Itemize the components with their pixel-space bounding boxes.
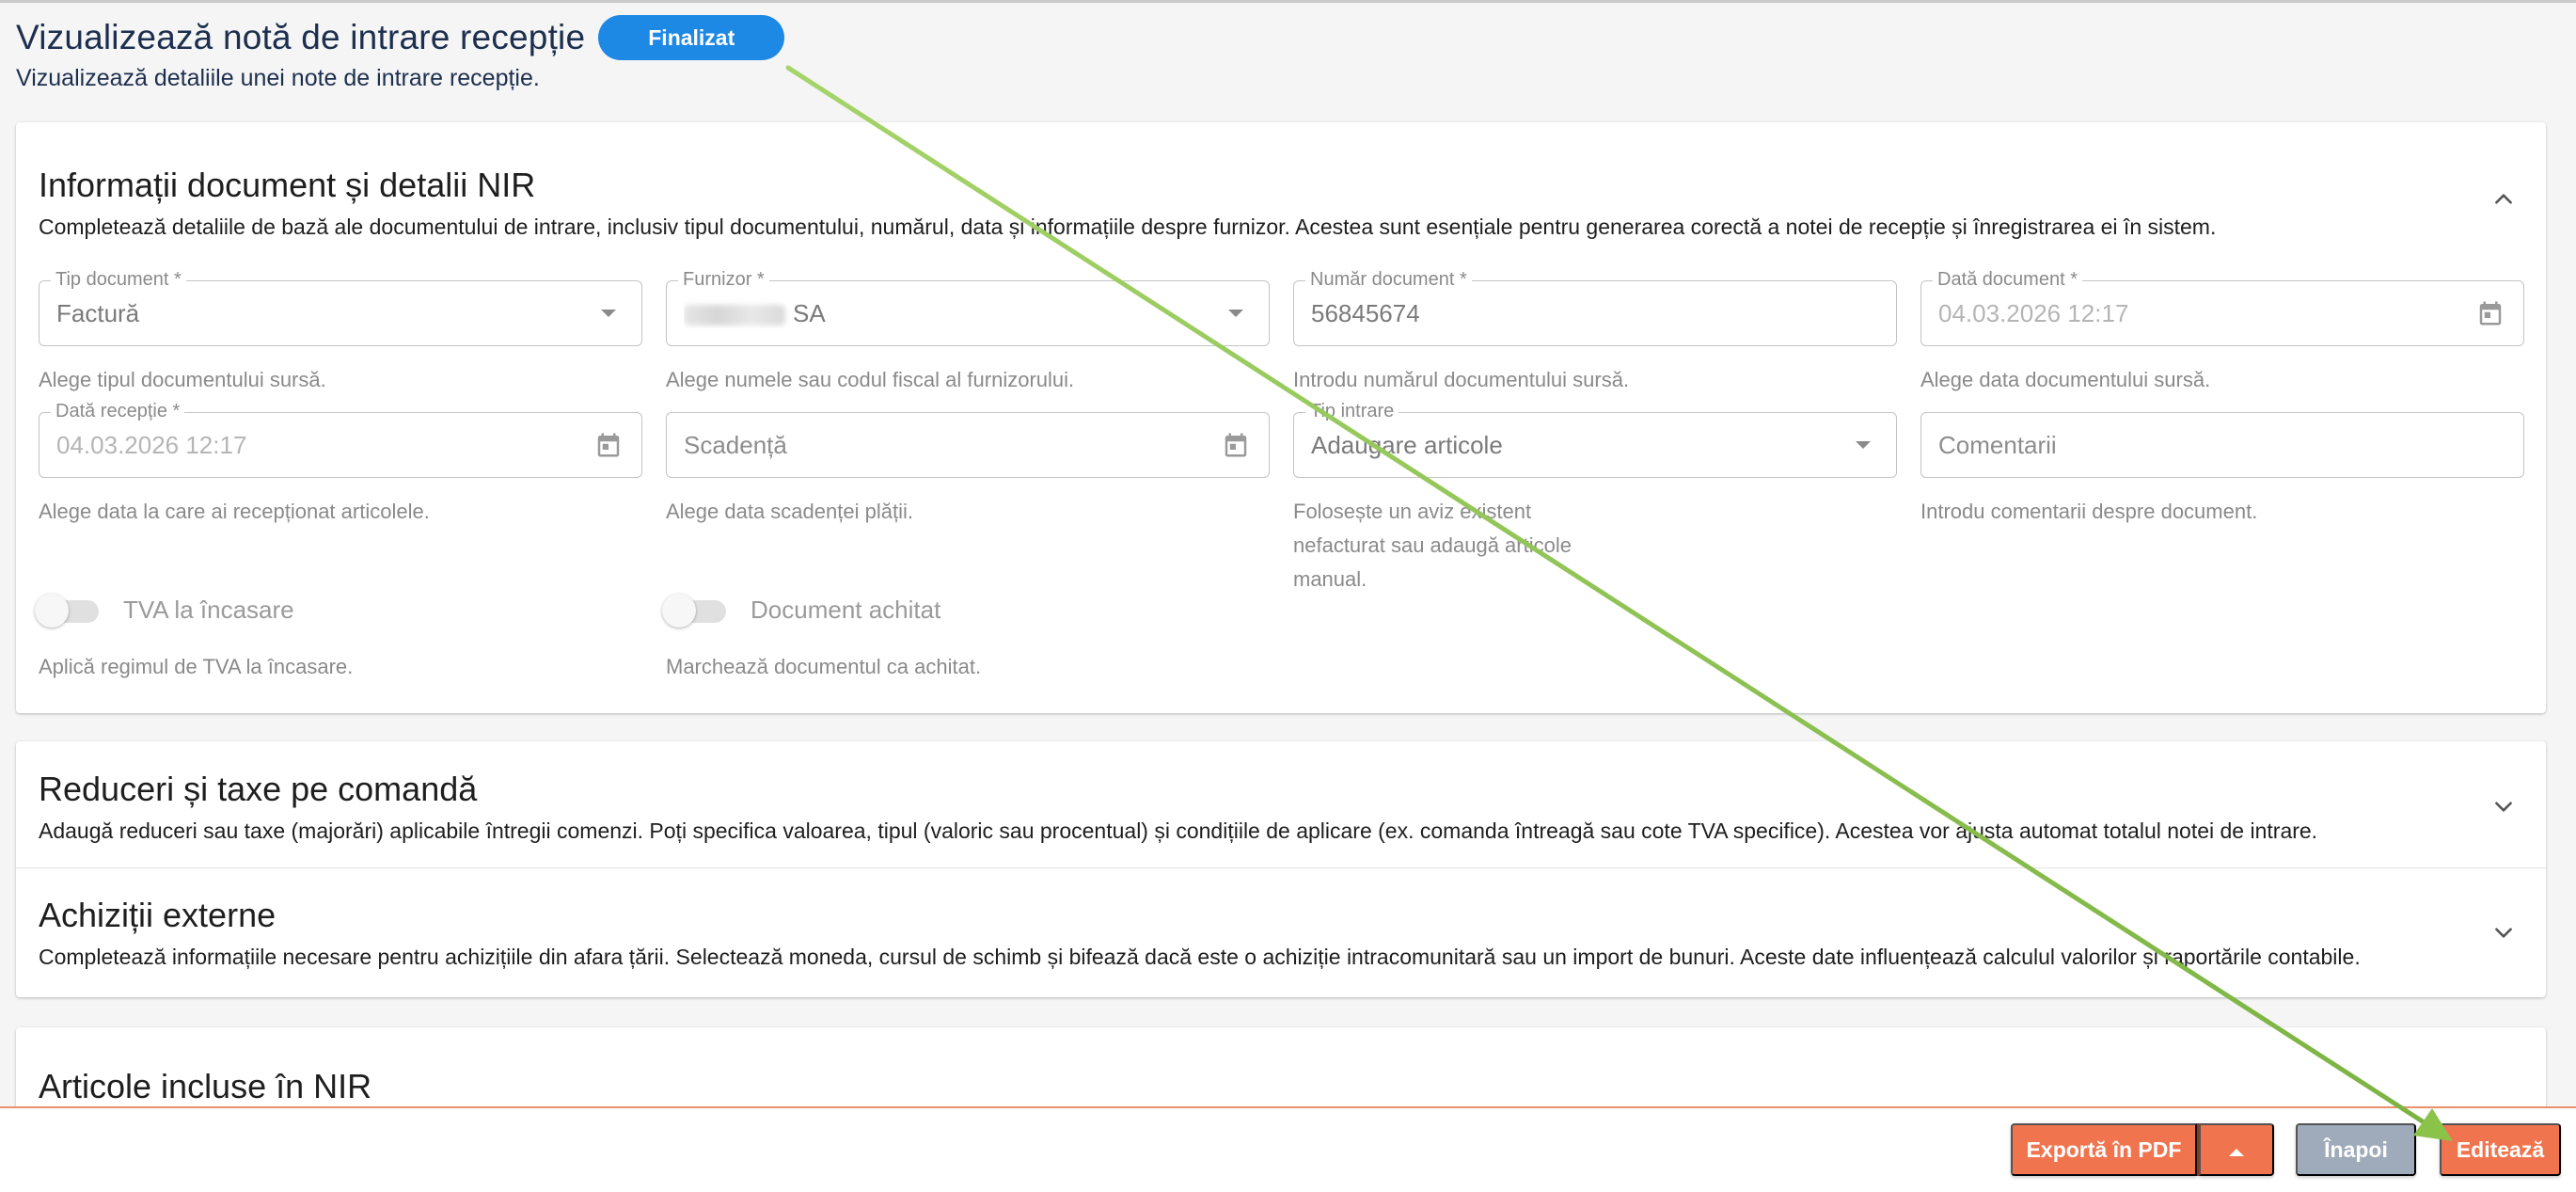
- field-helper: Introdu comentarii despre document.: [1920, 500, 2258, 523]
- page-title: Vizualizează notă de intrare recepție: [16, 18, 586, 56]
- field-placeholder: Scadență: [684, 430, 787, 459]
- edit-button[interactable]: Editează: [2440, 1123, 2561, 1176]
- toggle-helper: Aplică regimul de TVA la încasare.: [39, 655, 354, 678]
- doc-number-field[interactable]: Număr document * 56845674 Introdu număru…: [1293, 268, 1897, 397]
- field-value: Factură: [56, 298, 140, 327]
- bottom-action-bar: Exportă în PDF Înapoi Editează: [0, 1106, 2576, 1192]
- items-header[interactable]: Articole incluse în NIR: [39, 1067, 371, 1106]
- vat-on-collection-row[interactable]: TVA la încasare: [35, 593, 642, 628]
- back-button[interactable]: Înapoi: [2296, 1123, 2416, 1176]
- field-helper: Folosește un aviz existent nefacturat sa…: [1293, 500, 1572, 591]
- page-subtitle: Vizualizează detaliile unei note de intr…: [16, 65, 540, 91]
- vat-on-collection-group: TVA la încasare Aplică regimul de TVA la…: [35, 593, 642, 679]
- field-label: Tip intrare: [1305, 400, 1399, 422]
- section-title: Informații document și detalii NIR: [39, 166, 536, 204]
- field-label: Tip document *: [51, 268, 186, 291]
- document-paid-toggle[interactable]: [662, 593, 728, 628]
- section-description: Completează informațiile necesare pentru…: [39, 945, 2361, 969]
- section-description: Adaugă reduceri sau taxe (majorări) apli…: [39, 819, 2318, 843]
- field-value: 04.03.2026 12:17: [1938, 298, 2129, 327]
- dropdown-arrow-icon[interactable]: [593, 297, 624, 329]
- doc-type-field[interactable]: Tip document * Factură Alege tipul docum…: [39, 268, 642, 397]
- top-border: [0, 0, 2576, 3]
- title-row: Vizualizează notă de intrare recepție Fi…: [16, 15, 785, 60]
- field-helper: Alege data scadenței plății.: [666, 500, 913, 523]
- export-pdf-button[interactable]: Exportă în PDF: [2011, 1123, 2197, 1176]
- field-placeholder: Comentarii: [1938, 430, 2057, 459]
- field-helper: Alege data documentului sursă.: [1920, 368, 2211, 391]
- doc-date-input[interactable]: Dată document * 04.03.2026 12:17: [1920, 268, 2524, 346]
- field-helper: Introdu numărul documentului sursă.: [1293, 368, 1630, 391]
- field-label: Dată document *: [1933, 268, 2082, 291]
- discounts-header[interactable]: Reduceri și taxe pe comandă Adaugă reduc…: [39, 770, 2317, 844]
- entry-type-field[interactable]: Tip intrare Adaugare articole Folosește …: [1293, 400, 1897, 596]
- document-paid-row[interactable]: Document achitat: [662, 593, 1270, 628]
- calendar-icon[interactable]: [593, 429, 624, 461]
- chevron-up-icon[interactable]: [2485, 181, 2522, 218]
- section-title: Reduceri și taxe pe comandă: [39, 770, 478, 808]
- status-badge: Finalizat: [598, 15, 785, 60]
- entry-type-select[interactable]: Tip intrare Adaugare articole: [1293, 400, 1897, 478]
- export-options-button[interactable]: [2199, 1123, 2274, 1176]
- divider: [16, 867, 2546, 868]
- field-value: 56845674: [1311, 298, 1420, 327]
- calendar-icon[interactable]: [1220, 429, 1252, 461]
- toggle-knob: [35, 594, 69, 628]
- external-purchases-header[interactable]: Achiziții externe Completează informații…: [39, 896, 2361, 970]
- comments-input[interactable]: Comentarii: [1920, 412, 2524, 478]
- supplier-suffix: SA: [793, 298, 826, 327]
- toggle-label: TVA la încasare: [123, 595, 294, 624]
- toggle-helper: Marchează documentul ca achitat.: [666, 655, 982, 678]
- document-info-card: Informații document și detalii NIR Compl…: [16, 122, 2546, 713]
- chevron-down-icon[interactable]: [2485, 787, 2522, 825]
- section-title: Articole incluse în NIR: [39, 1067, 372, 1105]
- chevron-down-icon[interactable]: [2485, 914, 2522, 951]
- dropdown-arrow-icon[interactable]: [1847, 429, 1879, 461]
- dropdown-arrow-icon[interactable]: [1220, 297, 1252, 329]
- field-label: Număr document *: [1305, 268, 1472, 291]
- field-value: 04.03.2026 12:17: [56, 430, 247, 459]
- caret-up-icon: [2228, 1137, 2245, 1163]
- field-helper: Alege data la care ai recepționat artico…: [39, 500, 430, 523]
- due-date-input[interactable]: Scadență: [666, 412, 1270, 478]
- document-info-header[interactable]: Informații document și detalii NIR Compl…: [39, 166, 2216, 240]
- due-date-field[interactable]: Scadență Alege data scadenței plății.: [666, 412, 1270, 529]
- doc-number-input[interactable]: Număr document * 56845674: [1293, 268, 1897, 346]
- field-value: Adaugare articole: [1311, 430, 1503, 459]
- calendar-icon[interactable]: [2474, 297, 2506, 329]
- doc-type-select[interactable]: Tip document * Factură: [39, 268, 642, 346]
- field-helper: Alege numele sau codul fiscal al furnizo…: [666, 368, 1075, 391]
- section-title: Achiziții externe: [39, 896, 277, 934]
- field-label: Dată recepție *: [51, 400, 185, 422]
- supplier-select[interactable]: Furnizor * SA: [666, 268, 1270, 346]
- doc-date-field[interactable]: Dată document * 04.03.2026 12:17 Alege d…: [1920, 268, 2524, 397]
- supplier-field[interactable]: Furnizor * SA Alege numele sau codul fis…: [666, 268, 1270, 397]
- page-header: Vizualizează notă de intrare recepție Fi…: [16, 15, 785, 92]
- toggle-label: Document achitat: [751, 595, 941, 624]
- vat-on-collection-toggle[interactable]: [35, 593, 101, 628]
- reception-date-field[interactable]: Dată recepție * 04.03.2026 12:17 Alege d…: [39, 400, 642, 529]
- document-paid-group: Document achitat Marchează documentul ca…: [662, 593, 1270, 679]
- reception-date-input[interactable]: Dată recepție * 04.03.2026 12:17: [39, 400, 642, 478]
- field-value: SA: [684, 299, 1220, 328]
- field-helper: Alege tipul documentului sursă.: [39, 368, 326, 391]
- toggle-knob: [662, 594, 696, 628]
- redacted-supplier-name: [684, 304, 785, 326]
- field-label: Furnizor *: [678, 268, 769, 291]
- accordion-group: Reduceri și taxe pe comandă Adaugă reduc…: [16, 741, 2546, 997]
- comments-field[interactable]: Comentarii Introdu comentarii despre doc…: [1920, 412, 2524, 529]
- section-description: Completează detaliile de bază ale docume…: [39, 215, 2217, 239]
